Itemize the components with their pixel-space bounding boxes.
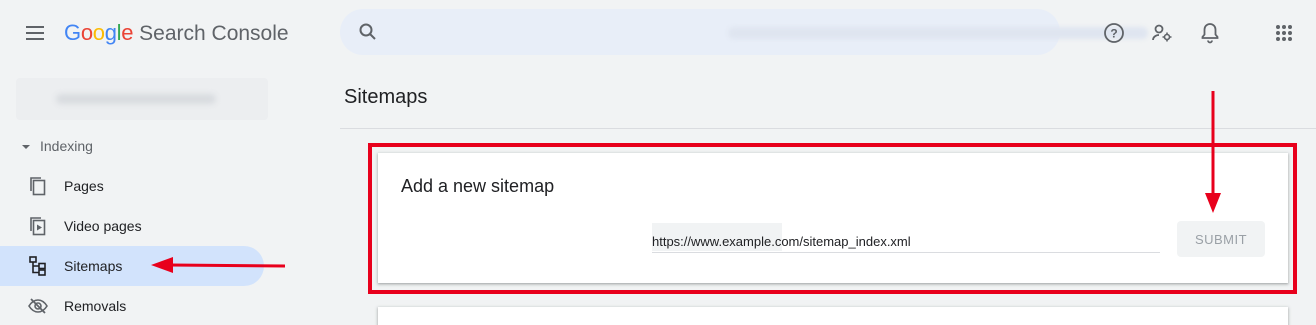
bell-icon[interactable] [1198, 21, 1222, 45]
submit-button[interactable]: SUBMIT [1177, 221, 1265, 257]
removals-icon [28, 296, 48, 316]
search-input[interactable] [398, 19, 1038, 45]
submitted-sitemaps-card [378, 307, 1288, 325]
pages-icon [28, 176, 48, 196]
add-sitemap-card: Add a new sitemap SUBMIT [378, 153, 1288, 283]
sidebar-item-removals[interactable]: Removals [0, 286, 264, 325]
sidebar-item-label: Pages [64, 178, 104, 194]
page-title: Sitemaps [344, 86, 428, 108]
sitemap-url-input[interactable] [652, 219, 1160, 253]
apps-grid-icon[interactable] [1272, 21, 1296, 45]
google-wordmark: Google [64, 20, 134, 45]
menu-icon[interactable] [24, 21, 48, 45]
search-console-page: Google Search Console ? Indexing Pages V… [0, 0, 1316, 325]
card-title: Add a new sitemap [401, 176, 555, 196]
sidebar-section-indexing[interactable]: Indexing [20, 138, 93, 154]
video-pages-icon [28, 216, 48, 236]
sidebar-item-label: Removals [64, 298, 127, 314]
sidebar-item-sitemaps[interactable]: Sitemaps [0, 246, 264, 286]
search-icon[interactable] [358, 22, 378, 42]
app-logo[interactable]: Google Search Console [64, 20, 289, 48]
sidebar-section-label: Indexing [40, 138, 93, 154]
sidebar-item-label: Video pages [64, 218, 142, 234]
top-app-bar: Google Search Console ? [0, 0, 1316, 66]
product-name: Search Console [139, 22, 289, 45]
sidebar-item-label: Sitemaps [64, 258, 123, 274]
svg-text:?: ? [1110, 27, 1117, 41]
caret-down-icon [20, 140, 32, 152]
property-selector[interactable] [16, 78, 268, 120]
sidebar-item-pages[interactable]: Pages [0, 166, 264, 206]
divider [340, 128, 1316, 129]
help-icon[interactable]: ? [1102, 21, 1126, 45]
search-bar[interactable] [340, 9, 1148, 55]
sitemap-icon [28, 256, 48, 276]
sidebar-item-video-pages[interactable]: Video pages [0, 206, 264, 246]
admin-settings-icon[interactable] [1150, 21, 1174, 45]
